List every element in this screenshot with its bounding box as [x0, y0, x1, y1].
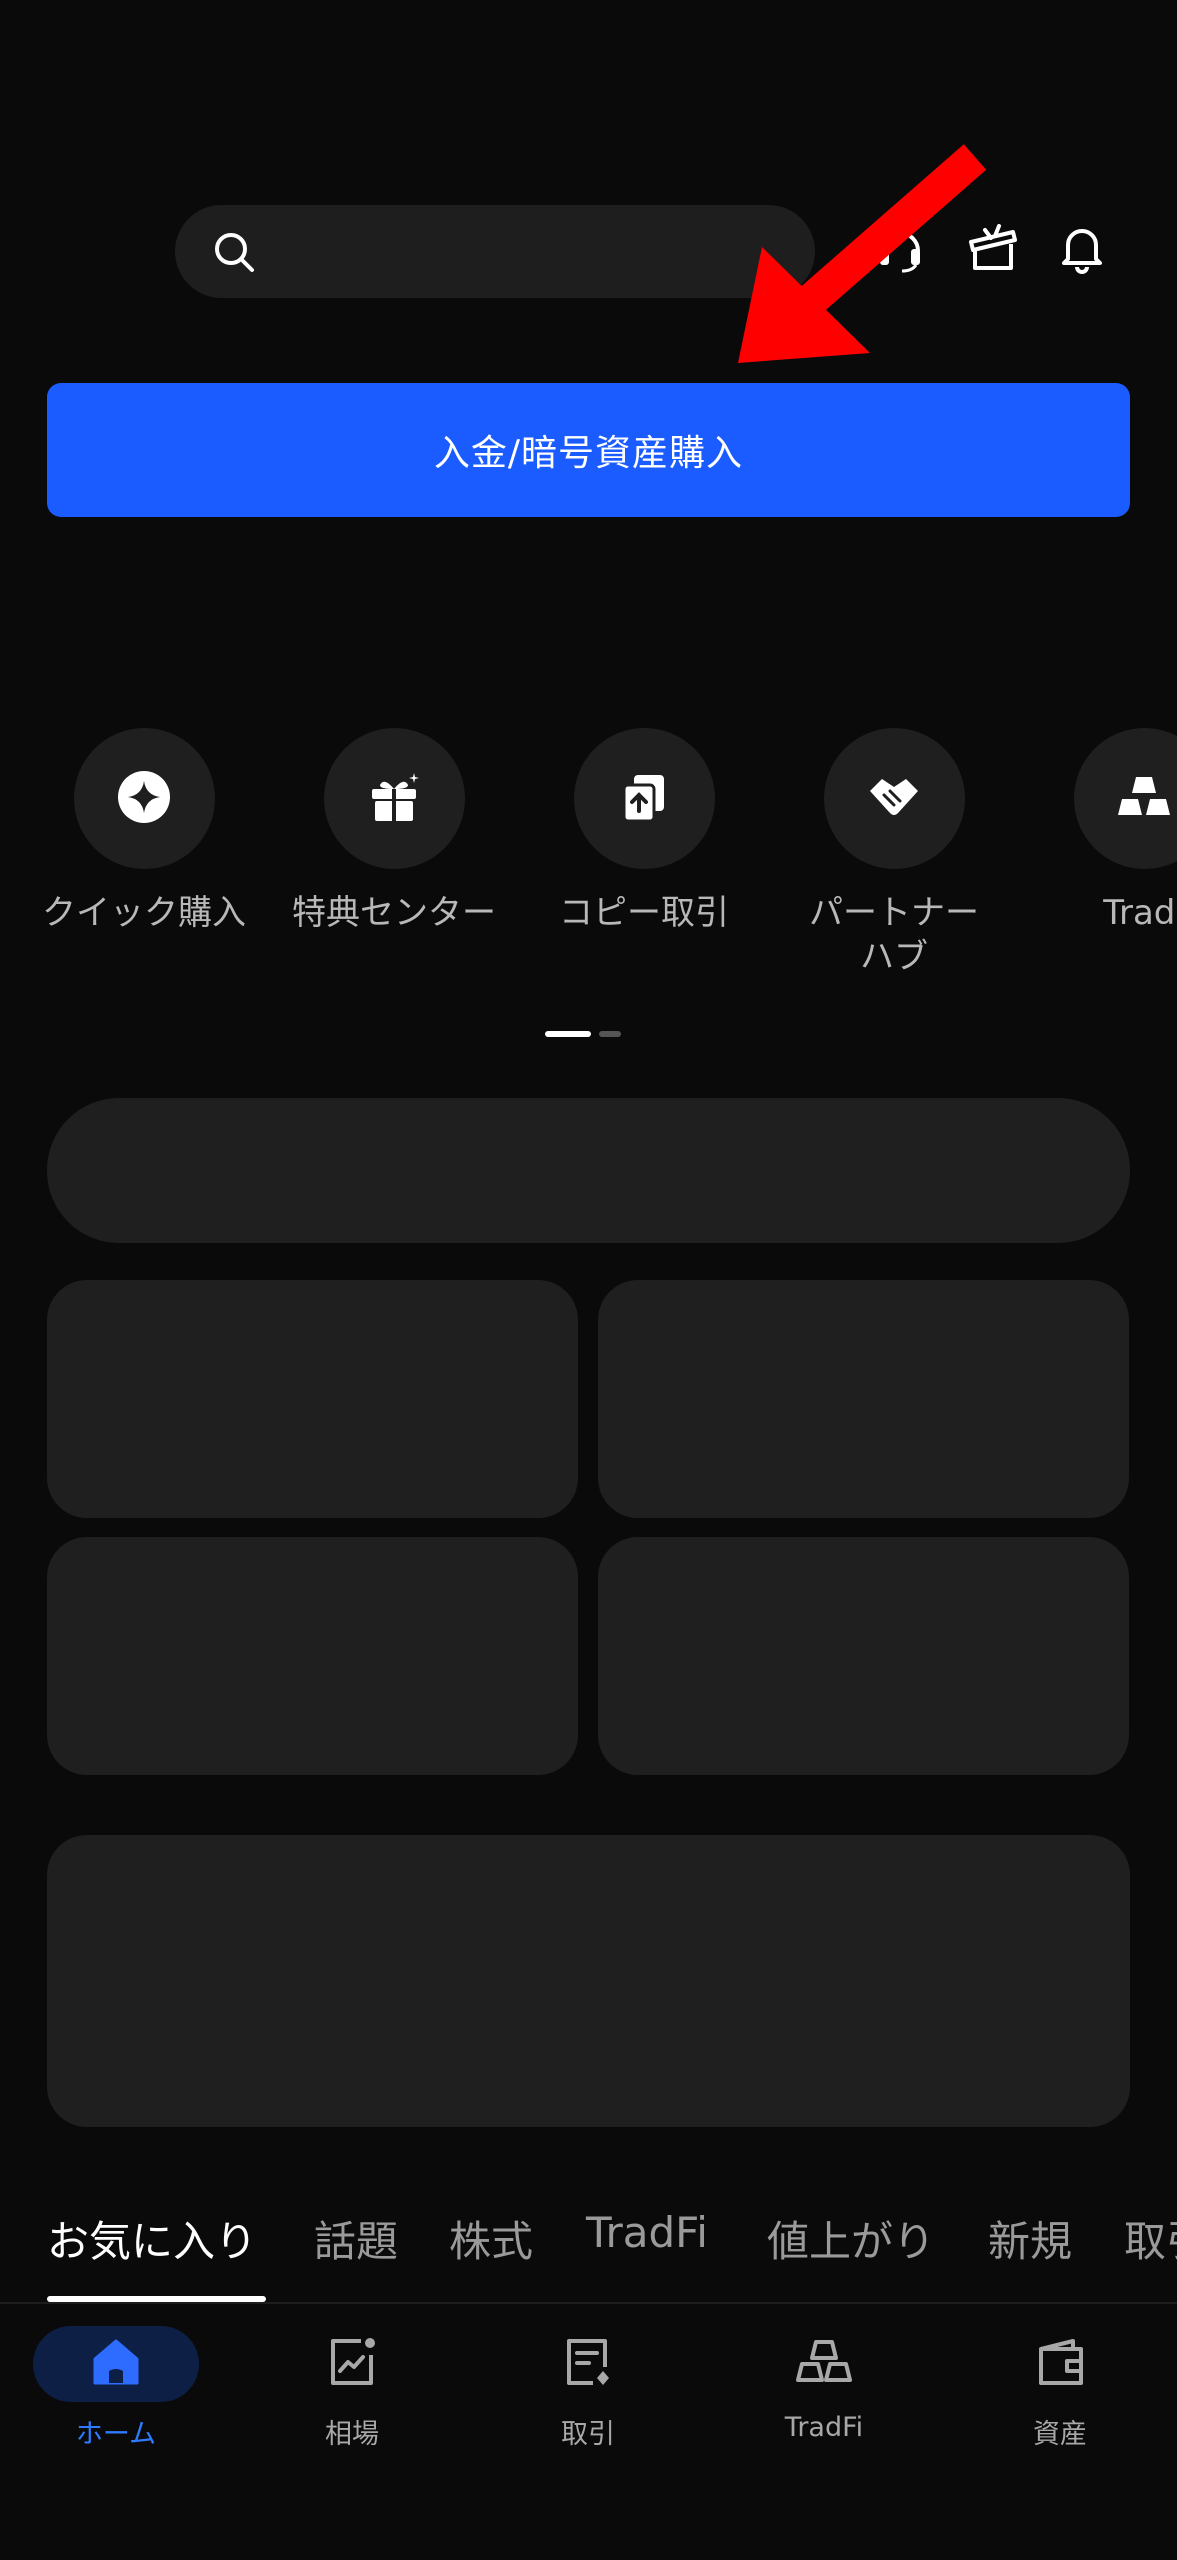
tab-favorites[interactable]: お気に入り — [47, 2208, 257, 2269]
gold-bars-icon — [796, 2334, 852, 2394]
nav-assets[interactable]: 資産 — [960, 2326, 1160, 2451]
quick-action-label: コピー取引 — [559, 893, 729, 933]
quick-action-copy-trading[interactable]: コピー取引 — [519, 728, 769, 935]
nav-label: ホーム — [75, 2419, 157, 2450]
quick-action-quick-buy[interactable]: クイック購入 — [19, 728, 269, 935]
nav-home[interactable]: ホーム — [16, 2326, 216, 2451]
quick-action-tradfi[interactable]: Tradl — [1019, 728, 1177, 935]
nav-tradfi[interactable]: TradFi — [724, 2326, 924, 2443]
sparkle-icon — [116, 769, 172, 829]
gift-box-icon[interactable] — [960, 215, 1024, 279]
bell-icon[interactable] — [1050, 215, 1114, 279]
tab-top-gainers[interactable]: 値上がり — [767, 2208, 935, 2269]
search-icon — [211, 229, 257, 275]
nav-label: 取引 — [561, 2419, 615, 2450]
handshake-icon — [866, 769, 922, 829]
search-input[interactable] — [273, 231, 815, 272]
gold-bars-icon — [1116, 769, 1172, 829]
bottom-nav: ホーム 相場 取引 TradFi 資産 — [0, 2304, 1177, 2560]
home-icon — [89, 2335, 143, 2393]
nav-label: 資産 — [1033, 2419, 1087, 2450]
trade-document-icon — [561, 2335, 615, 2393]
card-placeholder-3[interactable] — [47, 1537, 578, 1775]
quick-actions-row: クイック購入 特典センター コピー取引 パートナー ハブ Tradl — [0, 728, 1177, 988]
quick-action-label: 特典センター — [292, 893, 496, 933]
large-card-placeholder[interactable] — [47, 1835, 1130, 2127]
market-tabs: お気に入り 話題 株式 TradFi 値上がり 新規 取引 — [0, 2170, 1177, 2300]
banner-placeholder[interactable] — [47, 1098, 1130, 1243]
gift-icon — [366, 769, 422, 829]
nav-trade[interactable]: 取引 — [488, 2326, 688, 2451]
tab-stocks[interactable]: 株式 — [449, 2208, 533, 2269]
tab-trending[interactable]: 話題 — [314, 2208, 398, 2269]
wallet-icon — [1033, 2335, 1087, 2393]
search-bar[interactable] — [175, 205, 815, 298]
pager-dot-active — [545, 1031, 591, 1037]
quick-action-label: クイック購入 — [42, 893, 246, 933]
market-chart-icon — [325, 2335, 379, 2393]
card-placeholder-2[interactable] — [598, 1280, 1129, 1518]
deposit-buy-crypto-button[interactable]: 入金/暗号資産購入 — [47, 383, 1130, 517]
nav-label: 相場 — [325, 2419, 379, 2450]
quick-action-label: パートナー ハブ — [809, 893, 979, 977]
quick-action-rewards-center[interactable]: 特典センター — [269, 728, 519, 935]
tab-new-listings[interactable]: 新規 — [988, 2208, 1072, 2269]
quick-actions-pager — [545, 1031, 621, 1037]
nav-label: TradFi — [784, 2412, 864, 2443]
card-placeholder-1[interactable] — [47, 1280, 578, 1518]
quick-action-label: Tradl — [1103, 893, 1177, 933]
card-placeholder-4[interactable] — [598, 1537, 1129, 1775]
tab-tradfi[interactable]: TradFi — [586, 2208, 708, 2257]
tab-trading[interactable]: 取引 — [1124, 2208, 1177, 2269]
headset-icon[interactable] — [868, 215, 932, 279]
nav-markets[interactable]: 相場 — [252, 2326, 452, 2451]
pager-dot — [599, 1031, 621, 1037]
quick-action-partner-hub[interactable]: パートナー ハブ — [769, 728, 1019, 979]
copy-trade-icon — [616, 769, 672, 829]
